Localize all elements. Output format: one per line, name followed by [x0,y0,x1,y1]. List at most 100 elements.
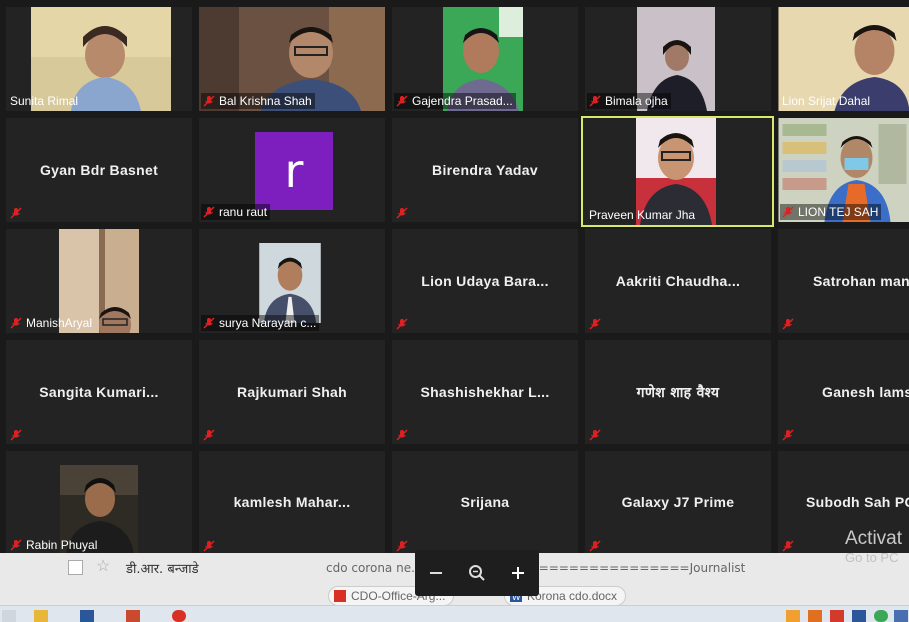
email-sender: डी.आर. बन्जाडे [126,562,199,577]
mic-muted-icon [10,317,22,329]
participant-name: Galaxy J7 Prime [621,494,735,510]
zoom-in-button[interactable] [503,558,533,588]
participant-name: Birendra Yadav [432,162,538,178]
participant-name-label: Lion Srijat Dahal [780,93,873,109]
participant-name-label [394,428,415,442]
tray-icon[interactable] [894,610,908,622]
participant-name: Praveen Kumar Jha [589,208,696,222]
participant-tile[interactable]: Lion Srijat Dahal [778,7,909,111]
windows-activation-watermark: Activat Go to PC [845,528,909,565]
active-speaker-tile[interactable]: Praveen Kumar Jha [581,116,774,227]
participant-name-label [780,317,801,331]
participant-name: Sunita Rimal [10,94,79,108]
participant-name-label [587,539,608,553]
participant-name-label [780,539,801,553]
participant-tile[interactable]: Sunita Rimal [6,7,192,111]
participant-tile[interactable]: Shashishekhar L... [392,340,578,444]
participant-tile[interactable]: Bal Krishna Shah [199,7,385,111]
attachment-name: Korona cdo.docx [527,589,618,603]
participant-name-label [8,206,29,220]
participant-name: ManishAryal [26,316,93,330]
video-grid: Sunita Rimal Bal Krishna Shah Gajendra P… [0,0,909,553]
participant-name-label [394,539,415,553]
mic-muted-icon [396,540,408,552]
participant-name-label [587,317,608,331]
participant-tile[interactable]: Ganesh lamsa [778,340,909,444]
mic-muted-icon [589,540,601,552]
mic-muted-icon [396,95,408,107]
participant-tile[interactable]: Srijana [392,451,578,553]
participant-tile[interactable]: LION TEJ SAH [778,118,909,222]
participant-tile[interactable]: Gyan Bdr Basnet [6,118,192,222]
participant-name-label [587,428,608,442]
participant-name-label: ManishAryal [8,315,95,331]
star-icon[interactable]: ☆ [96,556,110,576]
participant-name-label [394,317,415,331]
watermark-title: Activat [845,528,903,549]
participant-tile[interactable]: Aakriti Chaudha... [585,229,771,333]
watermark-subtitle: Go to PC [845,550,899,565]
participant-name: Srijana [460,494,510,510]
participant-name-label: Rabin Phuyal [8,537,100,553]
participant-tile[interactable]: surya Narayan c... [199,229,385,333]
participant-tile[interactable]: kamlesh Mahar... [199,451,385,553]
participant-name-label [394,206,415,220]
zoom-out-button[interactable] [421,558,451,588]
minus-icon [429,572,442,574]
tray-icon[interactable] [830,610,844,622]
email-checkbox[interactable] [68,560,83,575]
participant-name-label [8,428,29,442]
participant-name: गणेश शाह वैश्य [636,384,720,401]
participant-name: surya Narayan c... [219,316,317,330]
tray-icon[interactable] [808,610,822,622]
mic-muted-icon [782,318,794,330]
zoom-reset-button[interactable] [462,558,492,588]
participant-tile[interactable]: Satrohan man [778,229,909,333]
participant-tile[interactable]: Galaxy J7 Prime [585,451,771,553]
magnifier-icon [468,565,485,581]
participant-name: Aakriti Chaudha... [615,273,741,289]
powerpoint-icon[interactable] [126,610,140,622]
participant-name: LION TEJ SAH [798,205,879,219]
participant-name: kamlesh Mahar... [233,494,351,510]
participant-name-label: LION TEJ SAH [780,204,882,220]
mic-muted-icon [10,539,22,551]
mic-muted-icon [203,317,215,329]
participant-name: Gajendra Prasad... [412,94,513,108]
mic-muted-icon [782,206,794,218]
participant-tile[interactable]: गणेश शाह वैश्य [585,340,771,444]
participant-tile[interactable]: Birendra Yadav [392,118,578,222]
participant-video [259,243,321,323]
participant-tile[interactable]: Bimala ojha [585,7,771,111]
participant-tile[interactable]: Sangita Kumari... [6,340,192,444]
participant-name-label: ranu raut [201,204,271,220]
mic-muted-icon [10,429,22,441]
participant-tile[interactable]: r ranu raut [199,118,385,222]
participant-name: Shashishekhar L... [420,384,550,400]
participant-name-label: surya Narayan c... [201,315,320,331]
participant-name: Bal Krishna Shah [219,94,312,108]
tray-icon[interactable] [786,610,800,622]
mic-muted-icon [396,318,408,330]
mic-muted-icon [203,540,215,552]
participant-tile[interactable]: ManishAryal [6,229,192,333]
browser-icon[interactable] [172,610,186,622]
file-explorer-icon[interactable] [34,610,48,622]
mic-muted-icon [589,318,601,330]
participant-tile[interactable]: Rabin Phuyal [6,451,192,553]
participant-name-label: Gajendra Prasad... [394,93,516,109]
tray-icon[interactable] [852,610,866,622]
start-icon[interactable] [2,610,16,622]
mic-muted-icon [589,429,601,441]
participant-tile[interactable]: Gajendra Prasad... [392,7,578,111]
mic-muted-icon [782,540,794,552]
participant-name-label [201,428,222,442]
mic-muted-icon [203,206,215,218]
word-icon[interactable] [80,610,94,622]
participant-name: Rabin Phuyal [26,538,98,552]
tray-icon[interactable] [874,610,888,622]
participant-name: Bimala ojha [605,94,668,108]
participant-tile[interactable]: Rajkumari Shah [199,340,385,444]
participant-tile[interactable]: Lion Udaya Bara... [392,229,578,333]
participant-name: Rajkumari Shah [236,384,347,400]
